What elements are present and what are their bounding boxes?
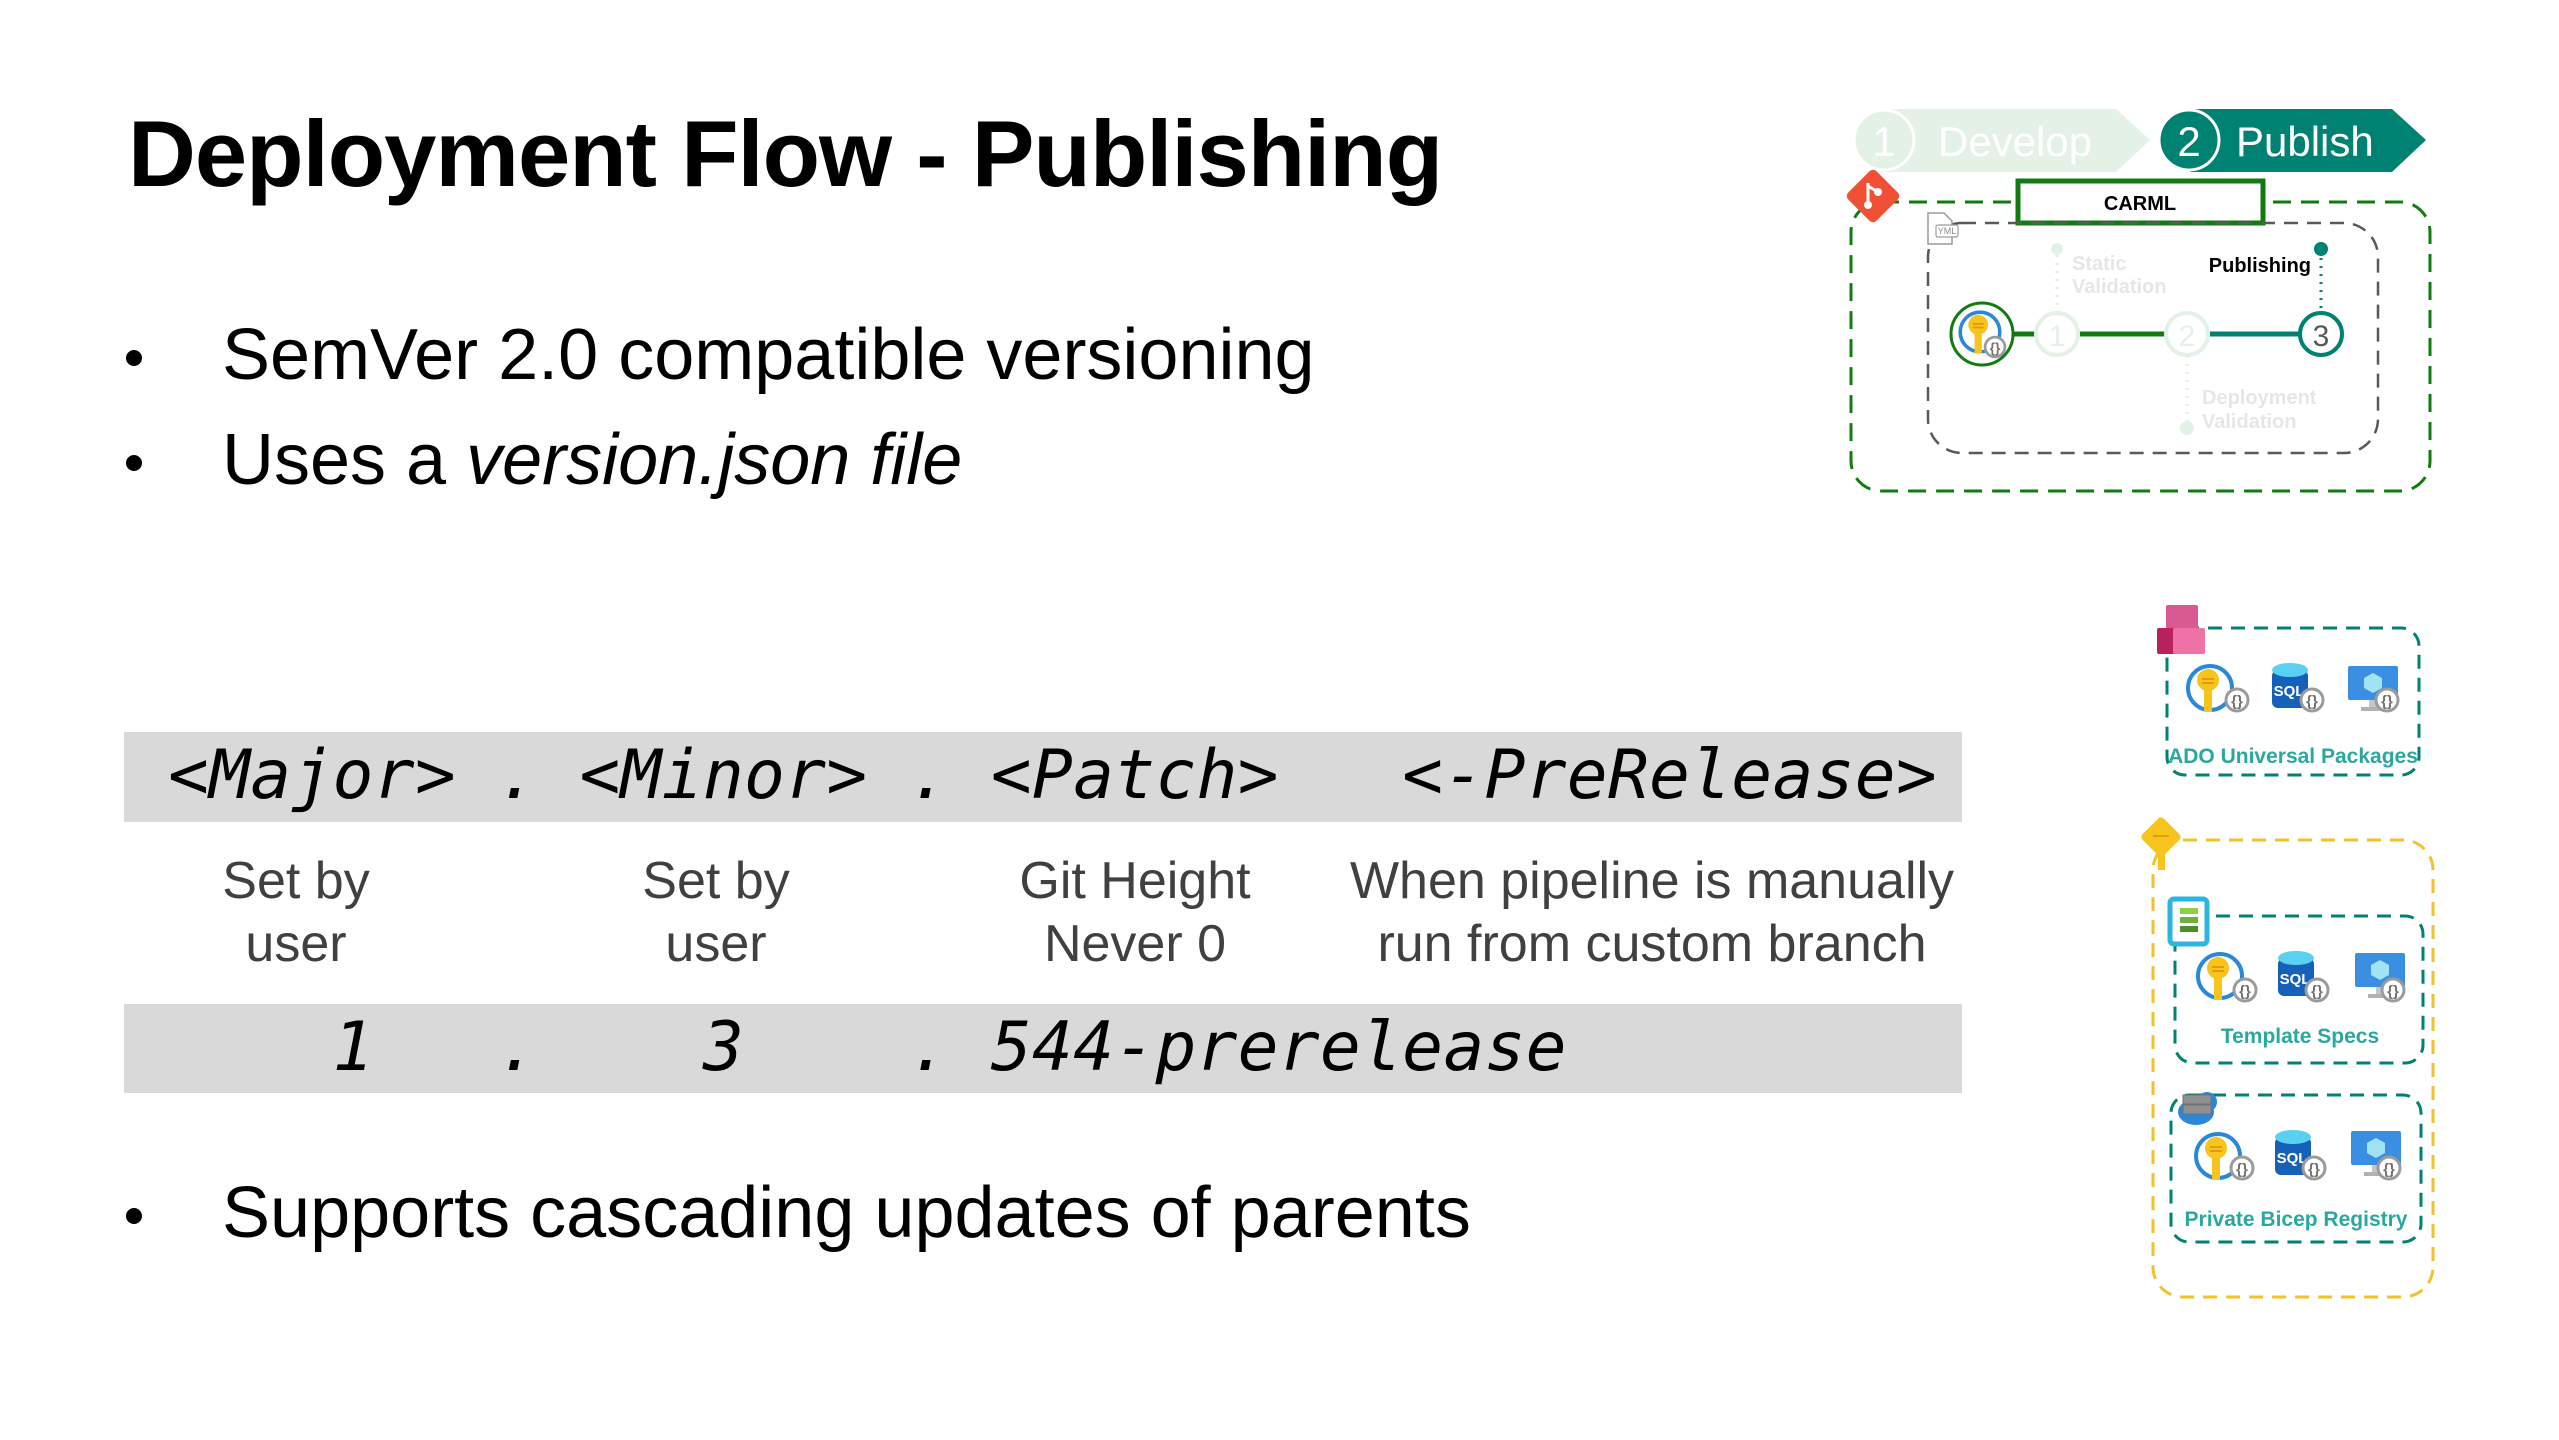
package-boxes-icon (2157, 605, 2205, 654)
pipeline-step-deployment-validation: 2 Deployment Validation (2164, 311, 2317, 435)
sql-database-icon (2272, 663, 2325, 713)
target-label: ADO Universal Packages (2168, 745, 2418, 768)
virtual-machine-icon (2348, 666, 2400, 713)
yml-badge: YML (1938, 226, 1957, 236)
module-start-node (1949, 301, 2015, 367)
template-specs-icon (2167, 896, 2210, 947)
stage-number: 2 (2177, 118, 2200, 165)
step-label: Validation (2072, 276, 2166, 298)
step-number: 2 (2179, 320, 2196, 353)
step-label: Deployment (2202, 387, 2317, 409)
step-number: 1 (2049, 320, 2066, 353)
stage-label: Develop (1938, 118, 2092, 165)
virtual-machine-icon (2355, 953, 2406, 1003)
stage-publish: 2 Publish (2157, 108, 2426, 172)
yml-file-icon: YML (1927, 212, 1959, 245)
key-vault-icon (2186, 664, 2250, 714)
step-label: Validation (2202, 411, 2296, 433)
stage-label: Publish (2236, 118, 2374, 165)
step-label: Publishing (2209, 255, 2311, 277)
virtual-machine-icon (2351, 1131, 2402, 1181)
container-registry-icon (2178, 1092, 2217, 1125)
sql-database-icon (2278, 951, 2330, 1003)
target-label: Template Specs (2221, 1025, 2379, 1048)
subscription-key-icon (2141, 817, 2181, 870)
target-label: Private Bicep Registry (2185, 1208, 2408, 1231)
flow-diagram: {} SQL 1 Develop 2 Publish (1846, 108, 2435, 1299)
repository-box (1849, 200, 2432, 493)
step-number: 3 (2313, 320, 2330, 353)
ado-universal-packages-group: ADO Universal Packages (2157, 605, 2421, 777)
stage-develop: 1 Develop (1852, 108, 2150, 172)
key-vault-icon (2196, 952, 2258, 1003)
key-vault-icon (2194, 1132, 2255, 1182)
sql-database-icon (2275, 1130, 2327, 1181)
step-label: Static (2072, 253, 2126, 275)
git-icon (1846, 169, 1900, 223)
pipeline-step-static-validation: 1 Static Validation (2034, 243, 2166, 357)
azure-subscription-group: Template Specs Private Bicep Registry (2141, 817, 2435, 1299)
repository-label: CARML (2104, 193, 2176, 215)
pipeline-step-publishing: 3 Publishing (2209, 242, 2344, 357)
stage-number: 1 (1872, 118, 1895, 165)
